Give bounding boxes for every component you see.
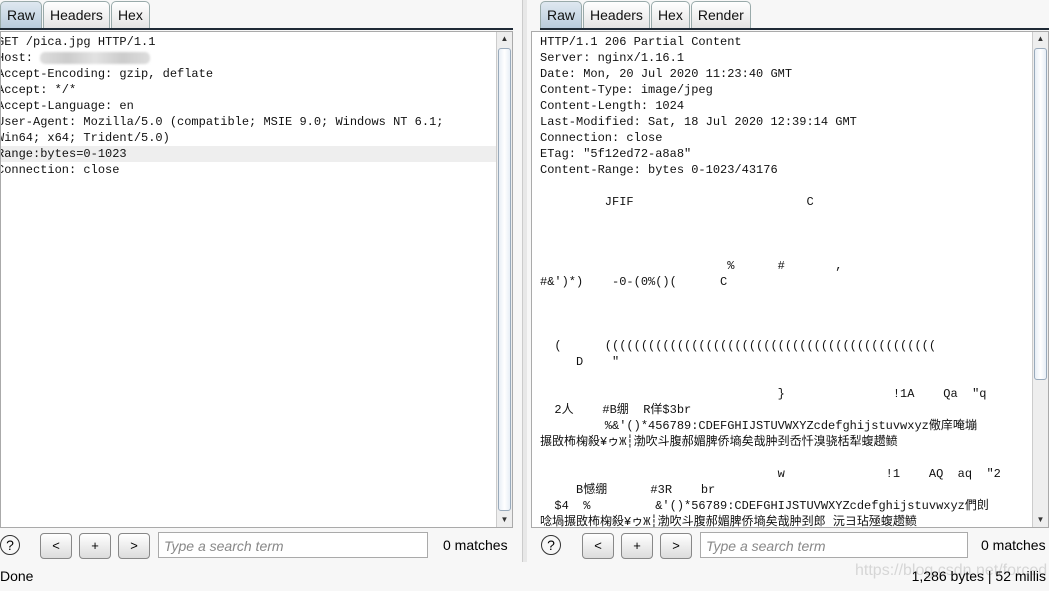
text-line: Date: Mon, 20 Jul 2020 11:23:40 GMT — [540, 67, 793, 81]
text-line: ( ((((((((((((((((((((((((((((((((((((((… — [540, 339, 937, 353]
text-line: 2人 #B绷 R佯$3br — [540, 403, 692, 417]
search-input[interactable]: Type a search term — [158, 532, 428, 558]
tab-headers[interactable]: Headers — [583, 1, 650, 28]
text-line: Last-Modified: Sat, 18 Jul 2020 12:39:14… — [540, 115, 857, 129]
text-line: w !1 AQ aq "2 — [540, 467, 1001, 481]
text-line: Content-Type: image/jpeg — [540, 83, 713, 97]
text-line — [540, 226, 1032, 242]
tab-render[interactable]: Render — [690, 1, 751, 28]
text-line: Accept-Language: en — [0, 99, 134, 113]
previous-button[interactable]: < — [40, 533, 72, 559]
text-line: Range:bytes=0-1023 — [1, 146, 496, 162]
text-line: Connection: close — [540, 131, 663, 145]
add-button[interactable]: + — [79, 533, 111, 559]
request-pane: Raw Headers Hex GET /pica.jpg HTTP/1.1 Ho… — [0, 0, 518, 565]
search-input[interactable]: Type a search term — [700, 532, 968, 558]
text-line: Content-Range: bytes 0-1023/43176 — [540, 163, 778, 177]
text-line — [540, 450, 1032, 466]
text-line: 搌敃柨椈殺¥ゥЖ┆渤吹斗腹郝媚脾侨墒矣哉肿刭岙忏溴骁栝犁蝮趱鲼 — [540, 435, 898, 449]
text-line — [540, 370, 1032, 386]
pane-splitter[interactable] — [522, 0, 527, 562]
text-line: HTTP/1.1 206 Partial Content — [540, 35, 742, 49]
text-line: % # , — [540, 259, 843, 273]
response-editor[interactable]: HTTP/1.1 206 Partial Content Server: ngin… — [531, 31, 1049, 528]
next-button[interactable]: > — [118, 533, 150, 559]
scroll-up-icon[interactable]: ▲ — [1033, 32, 1048, 46]
response-pane: Raw Headers Hex Render HTTP/1.1 206 Part… — [531, 0, 1049, 565]
text-line — [540, 178, 1032, 194]
status-text: Done — [0, 568, 34, 584]
help-icon[interactable]: ? — [0, 535, 20, 555]
tab-raw[interactable]: Raw — [0, 1, 43, 28]
text-line: 唸堝搌敃柨椈殺¥ゥЖ┆渤吹斗腹郝媚脾侨墒矣哉肿刭郎 沅ヨ玷殛蝮趱鲼 — [540, 515, 917, 528]
tab-hex[interactable]: Hex — [650, 1, 690, 28]
response-stats: 1,286 bytes | 52 millis — [911, 568, 1046, 584]
response-text[interactable]: HTTP/1.1 206 Partial Content Server: ngin… — [540, 34, 1032, 528]
text-line: ETag: "5f12ed72-a8a8" — [540, 147, 692, 161]
text-line: B憾绷 #3R br — [540, 483, 716, 497]
text-line: D " — [540, 355, 620, 369]
scroll-down-icon[interactable]: ▼ — [497, 513, 512, 527]
request-editor[interactable]: GET /pica.jpg HTTP/1.1 Host: Accept-Encod… — [0, 31, 513, 528]
add-button[interactable]: + — [621, 533, 653, 559]
text-line: Server: nginx/1.16.1 — [540, 51, 685, 65]
vertical-scrollbar[interactable]: ▲ ▼ — [496, 32, 512, 527]
scrollbar-thumb[interactable] — [1034, 48, 1047, 380]
text-line — [540, 210, 1032, 226]
text-line: Accept-Encoding: gzip, deflate — [0, 67, 214, 81]
text-line: JFIF C — [540, 195, 814, 209]
text-line: } !1A Qa "q — [540, 387, 987, 401]
help-icon[interactable]: ? — [541, 535, 561, 555]
match-count: 0 matches — [981, 537, 1046, 553]
scroll-down-icon[interactable]: ▼ — [1033, 513, 1048, 527]
text-line: %&'()*456789:CDEFGHIJSTUVWXYZcdefghijstu… — [540, 419, 977, 433]
tab-underline — [540, 28, 1049, 30]
text-line: #&')*) -0-(0%()( C — [540, 275, 728, 289]
response-search-bar: ? < + > Type a search term 0 matches — [531, 529, 1049, 563]
tab-raw[interactable]: Raw — [540, 1, 583, 28]
text-line — [540, 322, 1032, 338]
text-line: User-Agent: Mozilla/5.0 (compatible; MSI… — [0, 115, 444, 129]
text-line: GET /pica.jpg HTTP/1.1 — [0, 35, 156, 49]
scroll-up-icon[interactable]: ▲ — [497, 32, 512, 46]
text-line: Win64; x64; Trident/5.0) — [0, 131, 170, 145]
response-tabs: Raw Headers Hex Render — [540, 0, 752, 28]
scrollbar-thumb[interactable] — [498, 48, 511, 511]
text-line — [540, 306, 1032, 322]
previous-button[interactable]: < — [582, 533, 614, 559]
text-line: $4 % &'()*56789:CDEFGHIJSTUVWXYZcdefghij… — [540, 499, 989, 513]
redacted-host — [40, 51, 151, 64]
vertical-scrollbar[interactable]: ▲ ▼ — [1032, 32, 1048, 527]
request-text[interactable]: GET /pica.jpg HTTP/1.1 Host: Accept-Encod… — [0, 34, 496, 178]
text-line: Accept: */* — [0, 83, 77, 97]
tab-underline — [0, 28, 513, 30]
match-count: 0 matches — [443, 537, 508, 553]
tab-hex[interactable]: Hex — [110, 1, 150, 28]
text-line: Content-Length: 1024 — [540, 99, 685, 113]
request-tabs: Raw Headers Hex — [0, 0, 151, 28]
next-button[interactable]: > — [660, 533, 692, 559]
request-search-bar: ? < + > Type a search term 0 matches — [0, 529, 518, 563]
text-line: Host: — [1, 50, 496, 66]
text-line — [540, 290, 1032, 306]
tab-headers[interactable]: Headers — [43, 1, 110, 28]
text-line — [540, 242, 1032, 258]
text-line: Connection: close — [0, 163, 120, 177]
